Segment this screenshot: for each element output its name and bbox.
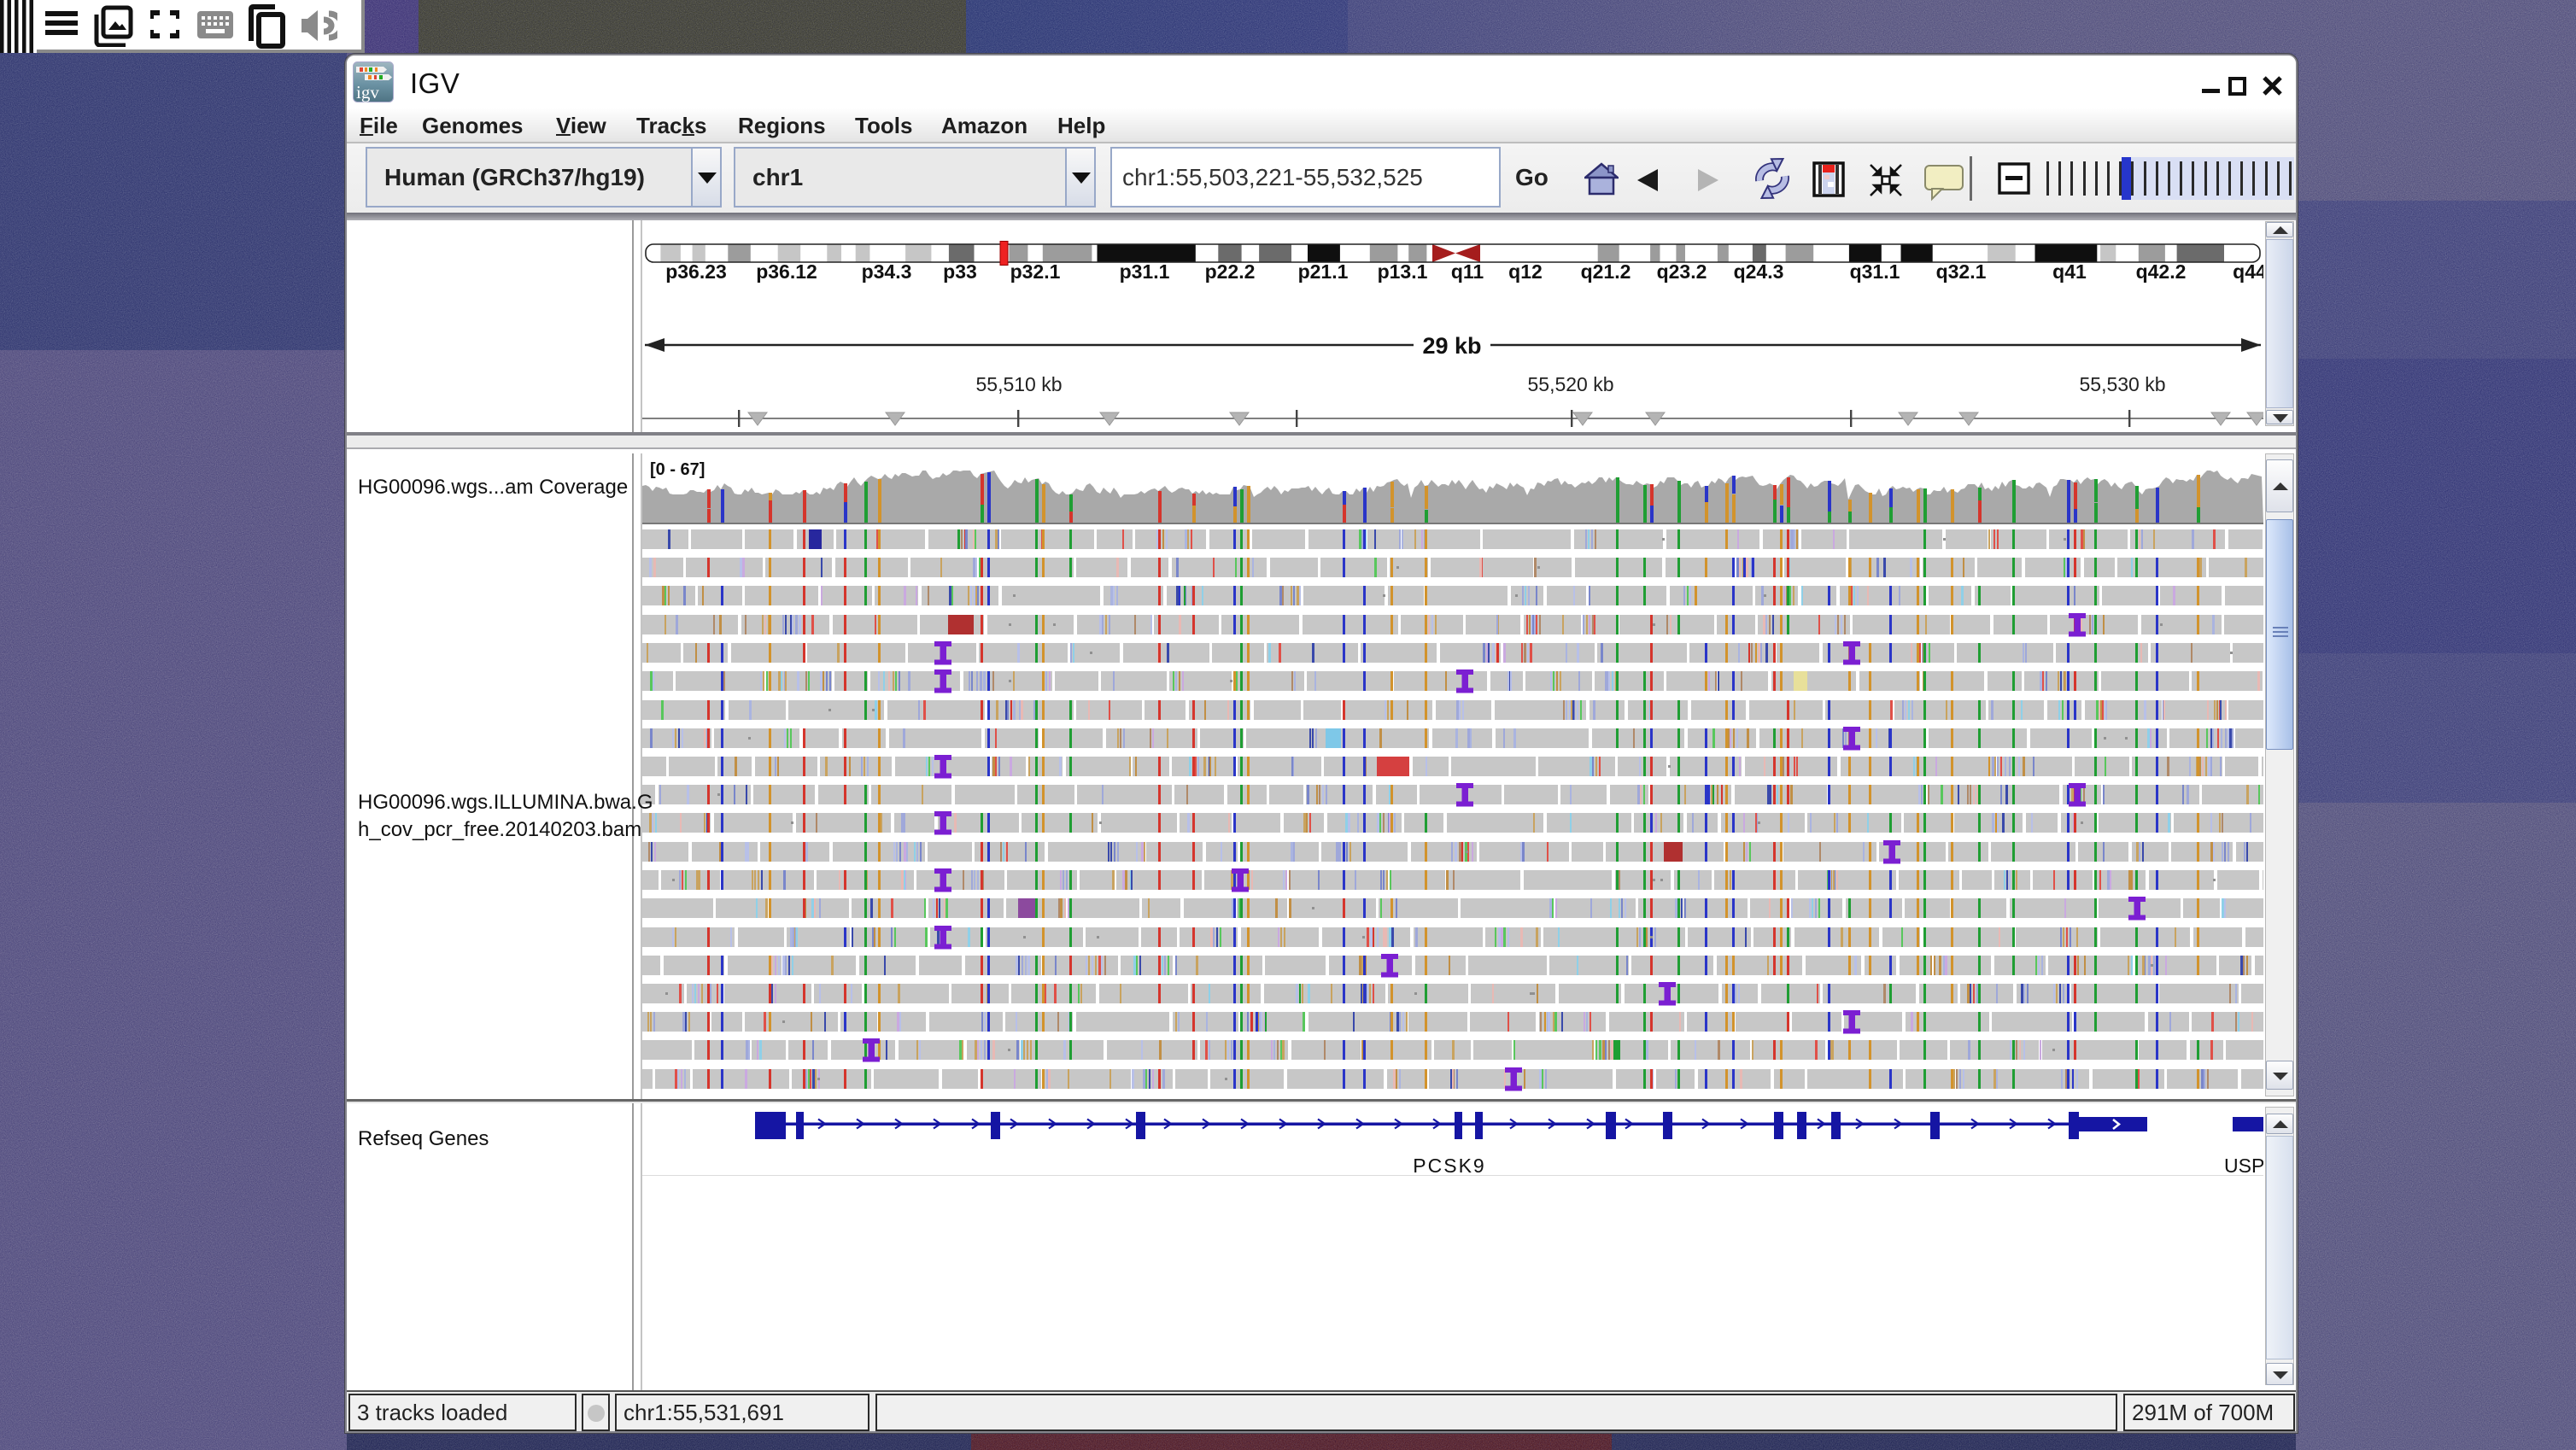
svg-text:[0 - 67]: [0 - 67] xyxy=(650,460,705,479)
svg-text:55,510 kb: 55,510 kb xyxy=(975,373,1062,395)
svg-text:q23.2: q23.2 xyxy=(1657,260,1707,283)
svg-text:p31.1: p31.1 xyxy=(1120,260,1170,283)
svg-text:PCSK9: PCSK9 xyxy=(1413,1155,1485,1177)
svg-text:USP24: USP24 xyxy=(2224,1155,2263,1177)
svg-text:q12: q12 xyxy=(1508,260,1543,283)
svg-text:q24.3: q24.3 xyxy=(1734,260,1784,283)
svg-text:29 kb: 29 kb xyxy=(1422,333,1481,359)
svg-text:q41: q41 xyxy=(2052,260,2087,283)
svg-text:p33: p33 xyxy=(943,260,977,283)
svg-text:55,520 kb: 55,520 kb xyxy=(1527,373,1613,395)
svg-text:p22.2: p22.2 xyxy=(1205,260,1256,283)
svg-text:q44: q44 xyxy=(2233,260,2263,283)
svg-text:p34.3: p34.3 xyxy=(862,260,912,283)
svg-text:p32.1: p32.1 xyxy=(1010,260,1061,283)
svg-text:p13.1: p13.1 xyxy=(1378,260,1428,283)
svg-text:q32.1: q32.1 xyxy=(1936,260,1987,283)
svg-text:p36.23: p36.23 xyxy=(665,260,727,283)
svg-text:p21.1: p21.1 xyxy=(1298,260,1349,283)
svg-text:p36.12: p36.12 xyxy=(756,260,817,283)
svg-text:q31.1: q31.1 xyxy=(1850,260,1900,283)
svg-text:igv: igv xyxy=(356,82,379,102)
svg-text:q11: q11 xyxy=(1451,260,1484,283)
svg-text:q42.2: q42.2 xyxy=(2136,260,2187,283)
svg-text:q21.2: q21.2 xyxy=(1581,260,1631,283)
svg-text:55,530 kb: 55,530 kb xyxy=(2079,373,2165,395)
